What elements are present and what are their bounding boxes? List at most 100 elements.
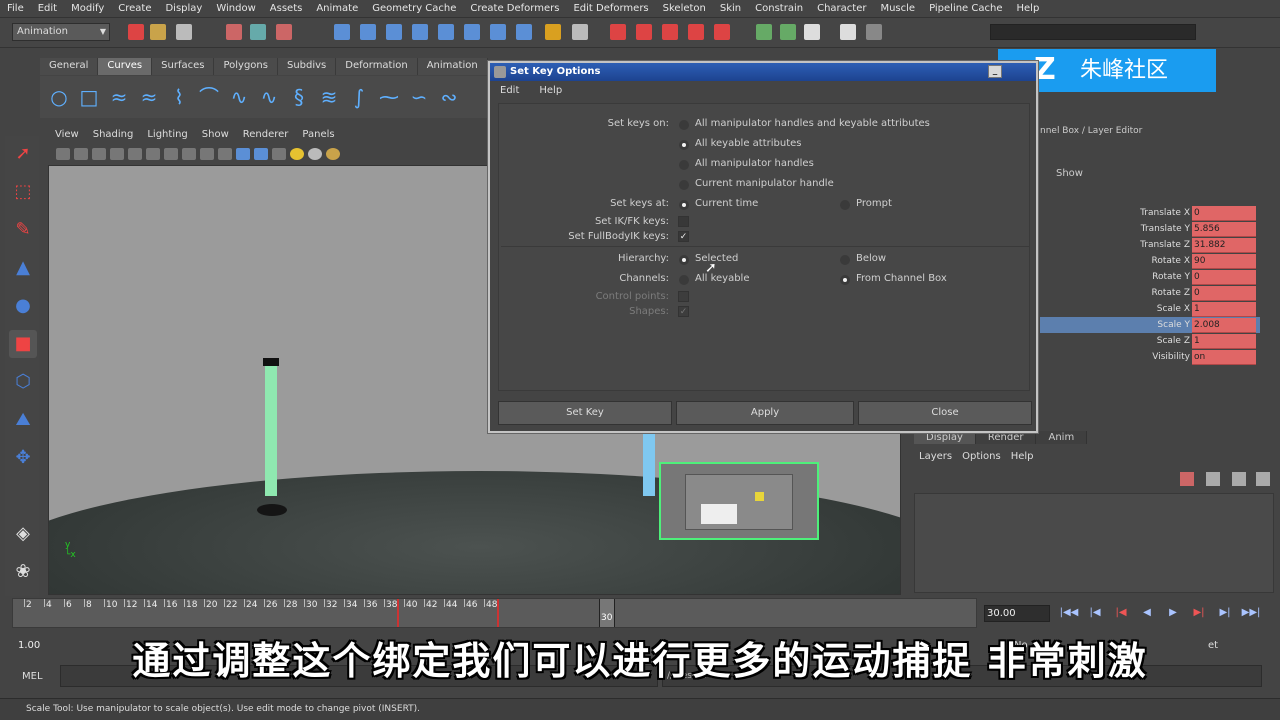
- tab-general[interactable]: General: [40, 58, 99, 75]
- channel-value[interactable]: 5.856: [1192, 221, 1256, 237]
- layout-persp-icon[interactable]: ❀: [9, 558, 37, 586]
- viewport-menu-view[interactable]: View: [48, 129, 86, 140]
- apply-button[interactable]: Apply: [676, 401, 854, 425]
- go-to-start-icon[interactable]: |◀◀: [1058, 604, 1080, 622]
- step-back-key-icon[interactable]: |◀: [1110, 604, 1132, 622]
- radio-selected[interactable]: [679, 255, 689, 265]
- film-gate-icon[interactable]: [146, 148, 160, 160]
- snap-point-icon[interactable]: [386, 24, 402, 40]
- viewport-menu-renderer[interactable]: Renderer: [236, 129, 296, 140]
- play-forwards-icon[interactable]: ▶: [1162, 604, 1184, 622]
- menu-edit[interactable]: Edit: [31, 3, 64, 14]
- new-layer-from-selected-icon[interactable]: [1206, 472, 1220, 486]
- make-live-icon[interactable]: [438, 24, 454, 40]
- step-forward-key-icon[interactable]: ▶|: [1188, 604, 1210, 622]
- rotate-tool-icon[interactable]: ●: [9, 292, 37, 320]
- viewport-menu-show[interactable]: Show: [195, 129, 236, 140]
- menu-geometry-cache[interactable]: Geometry Cache: [365, 3, 463, 14]
- step-forward-frame-icon[interactable]: ▶|: [1214, 604, 1236, 622]
- resolution-gate-icon[interactable]: [164, 148, 178, 160]
- layer-menu-help[interactable]: Help: [1006, 451, 1039, 462]
- minimize-icon[interactable]: _: [988, 65, 1002, 78]
- channel-row[interactable]: Rotate Y0: [1040, 269, 1260, 285]
- channel-row[interactable]: Translate X0: [1040, 205, 1260, 221]
- channel-value[interactable]: 2.008: [1192, 317, 1256, 333]
- menu-edit-deformers[interactable]: Edit Deformers: [566, 3, 655, 14]
- select-component-icon[interactable]: [276, 24, 292, 40]
- radio-all-manipulator-and-keyable[interactable]: [679, 120, 689, 130]
- channel-box-icon[interactable]: [804, 24, 820, 40]
- tab-surfaces[interactable]: Surfaces: [152, 58, 215, 75]
- channel-row[interactable]: Translate Y 5.856: [1040, 221, 1260, 237]
- snap-view-plane-icon[interactable]: [412, 24, 428, 40]
- show-manipulator-icon[interactable]: ✥: [9, 444, 37, 472]
- menu-skeleton[interactable]: Skeleton: [656, 3, 713, 14]
- snap-curve-icon[interactable]: [360, 24, 376, 40]
- select-object-icon[interactable]: [250, 24, 266, 40]
- channel-value[interactable]: 0: [1192, 269, 1256, 285]
- channel-value[interactable]: 0: [1192, 285, 1256, 301]
- set-key-button[interactable]: Set Key: [498, 401, 672, 425]
- channel-value[interactable]: on: [1192, 349, 1256, 365]
- quick-command-field[interactable]: [990, 24, 1196, 40]
- ep-curve-icon[interactable]: ≈: [136, 84, 162, 110]
- radio-current-manipulator-handle[interactable]: [679, 180, 689, 190]
- radio-all-manipulator-handles[interactable]: [679, 160, 689, 170]
- soft-modification-icon[interactable]: ⛰: [9, 406, 37, 434]
- radio-current-time[interactable]: [679, 200, 689, 210]
- menu-help[interactable]: Help: [1010, 3, 1047, 14]
- safe-action-icon[interactable]: [182, 148, 196, 160]
- dialog-titlebar[interactable]: Set Key Options _: [490, 63, 1036, 81]
- channel-value[interactable]: 0: [1192, 205, 1256, 221]
- layer-menu-layers[interactable]: Layers: [914, 451, 957, 462]
- menu-pipeline-cache[interactable]: Pipeline Cache: [922, 3, 1009, 14]
- square-icon[interactable]: □: [76, 84, 102, 110]
- new-layer-icon[interactable]: [1180, 472, 1194, 486]
- close-button[interactable]: Close: [858, 401, 1032, 425]
- render-view-icon[interactable]: [714, 24, 730, 40]
- dialog-menu-help[interactable]: Help: [529, 85, 572, 96]
- circle-icon[interactable]: ○: [46, 84, 72, 110]
- tool-settings-icon[interactable]: [780, 24, 796, 40]
- go-to-end-icon[interactable]: ▶▶|: [1240, 604, 1262, 622]
- channel-value[interactable]: 1: [1192, 333, 1256, 349]
- layout-icon[interactable]: [840, 24, 856, 40]
- bookmark-icon[interactable]: [92, 148, 106, 160]
- lights-icon[interactable]: [290, 148, 304, 160]
- scale-tool-icon[interactable]: ■: [9, 330, 37, 358]
- outputs-icon[interactable]: [516, 24, 532, 40]
- inputs-icon[interactable]: [490, 24, 506, 40]
- viewport-menu-lighting[interactable]: Lighting: [140, 129, 194, 140]
- mode-select[interactable]: Animation ▼: [12, 23, 110, 41]
- tab-deformation[interactable]: Deformation: [336, 58, 418, 75]
- select-tool-icon[interactable]: ➚: [9, 140, 37, 168]
- channel-row[interactable]: Rotate Z0: [1040, 285, 1260, 301]
- universal-manipulator-icon[interactable]: ⬡: [9, 368, 37, 396]
- menu-modify[interactable]: Modify: [64, 3, 111, 14]
- radio-from-channel-box[interactable]: [840, 275, 850, 285]
- step-back-frame-icon[interactable]: |◀: [1084, 604, 1106, 622]
- wireframe-on-shaded-icon[interactable]: [254, 148, 268, 160]
- move-layer-down-icon[interactable]: [1256, 472, 1270, 486]
- play-backwards-icon[interactable]: ◀: [1136, 604, 1158, 622]
- layer-list[interactable]: [914, 493, 1274, 593]
- radio-prompt[interactable]: [840, 200, 850, 210]
- channel-row[interactable]: Rotate X 90: [1040, 253, 1260, 269]
- ambient-occlusion-icon[interactable]: [326, 148, 340, 160]
- tab-polygons[interactable]: Polygons: [214, 58, 278, 75]
- rebuild-curve-icon[interactable]: ⁓: [376, 84, 402, 110]
- menu-animate[interactable]: Animate: [309, 3, 365, 14]
- menu-constrain[interactable]: Constrain: [748, 3, 810, 14]
- image-plane-icon[interactable]: [110, 148, 124, 160]
- open-scene-icon[interactable]: [150, 24, 166, 40]
- menu-create[interactable]: Create: [111, 3, 158, 14]
- detach-curves-icon[interactable]: ∿: [256, 84, 282, 110]
- crate-object[interactable]: [659, 462, 819, 540]
- fullbody-keys-checkbox[interactable]: ✓: [678, 231, 689, 242]
- wireframe-icon[interactable]: [218, 148, 232, 160]
- radio-all-keyable-attributes[interactable]: [679, 140, 689, 150]
- hypershade-icon[interactable]: [688, 24, 704, 40]
- camera-attributes-icon[interactable]: [74, 148, 88, 160]
- select-hierarchy-icon[interactable]: [226, 24, 242, 40]
- ipr-render-icon[interactable]: [636, 24, 652, 40]
